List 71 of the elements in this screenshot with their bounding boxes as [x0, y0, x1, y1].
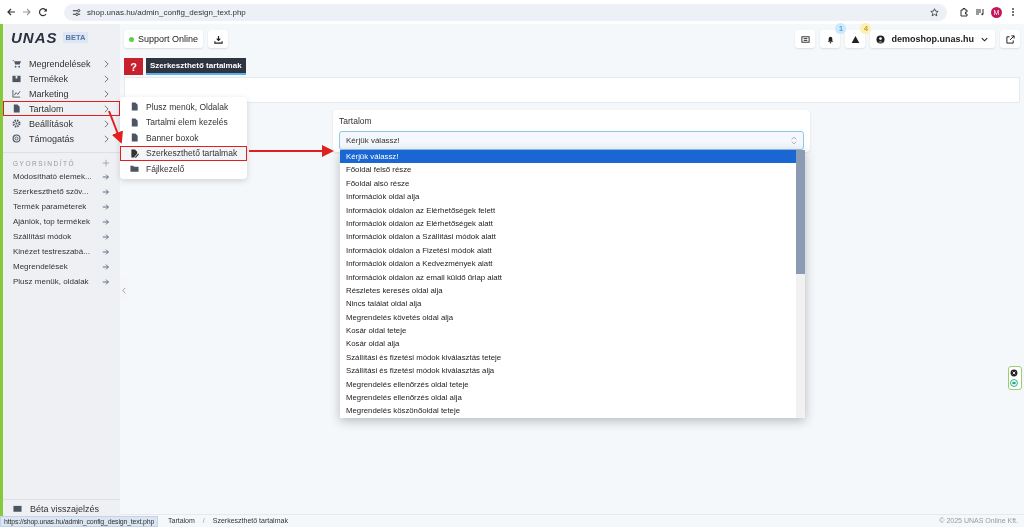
quick-link[interactable]: Plusz menük, oldalak — [3, 274, 120, 289]
register-icon — [801, 34, 810, 44]
user-icon — [876, 34, 886, 44]
submenu-item[interactable]: Plusz menük, Oldalak — [120, 99, 247, 115]
arrow-right-icon — [102, 277, 110, 286]
site-settings-icon[interactable] — [72, 7, 81, 17]
arrow-right-icon — [102, 202, 110, 211]
nav-item[interactable]: Beállítások — [3, 116, 120, 131]
close-icon[interactable] — [1010, 369, 1018, 377]
arrow-right-icon — [102, 217, 110, 226]
submenu-item[interactable]: Szerkeszthető tartalmak — [120, 145, 247, 161]
forward-icon[interactable] — [22, 7, 32, 17]
scrollbar[interactable] — [796, 150, 805, 418]
url-text: shop.unas.hu/admin_config_design_text.php — [87, 7, 247, 17]
quick-link[interactable]: Megrendelések — [3, 259, 120, 274]
arrow-right-icon — [102, 247, 110, 256]
notification-count: 1 — [835, 23, 847, 34]
warnings-button[interactable] — [845, 30, 866, 48]
external-link-button[interactable] — [1000, 30, 1020, 48]
cart-icon — [12, 59, 21, 68]
warning-count: 4 — [860, 23, 872, 34]
chevron-left-icon — [122, 286, 126, 294]
submenu-item[interactable]: Banner boxok — [120, 130, 247, 146]
support-online-button[interactable]: Support Online — [124, 30, 204, 48]
star-icon[interactable] — [930, 7, 939, 17]
shop-menu-button[interactable]: demoshop.unas.hu — [870, 30, 995, 48]
quick-link[interactable]: Kinézet testreszabá... — [3, 244, 120, 259]
logo[interactable]: UNAS — [11, 28, 58, 46]
register-button[interactable] — [795, 30, 816, 48]
feedback-link[interactable]: Béta visszajelzés — [30, 504, 100, 514]
notifications-button[interactable] — [820, 30, 841, 48]
bell-icon — [826, 34, 835, 44]
content-select[interactable]: Kérjük válassz! — [339, 131, 804, 150]
file-icon — [12, 104, 21, 113]
quick-link[interactable]: Ajánlók, top termékek — [3, 214, 120, 229]
floating-widget[interactable] — [1008, 366, 1022, 390]
page-title: Szerkeszthető tartalmak — [146, 58, 246, 75]
quick-link[interactable]: Szállítási módok — [3, 229, 120, 244]
folder-icon — [130, 164, 139, 174]
help-button[interactable]: ? — [124, 58, 143, 75]
reload-icon[interactable] — [38, 7, 48, 17]
chart-icon — [12, 89, 21, 98]
box-icon — [12, 74, 21, 83]
submenu-item[interactable]: Fájlkezelő — [120, 161, 247, 177]
external-link-icon — [1005, 34, 1015, 44]
warning-icon — [851, 34, 860, 44]
submenu-item[interactable]: Tartalmi elem kezelés — [120, 114, 247, 130]
annotation-arrow — [108, 110, 123, 144]
quick-link[interactable]: Szerkeszthető szöv... — [3, 184, 120, 199]
arrow-right-icon — [102, 187, 110, 196]
quick-link[interactable]: Módosítható elemek... — [3, 169, 120, 184]
nav-item[interactable]: Termékek — [3, 71, 120, 86]
arrow-right-icon — [102, 172, 110, 181]
file-edit-icon — [130, 148, 139, 158]
arrow-right-icon — [102, 232, 110, 241]
nav-item[interactable]: Marketing — [3, 86, 120, 101]
address-bar[interactable]: shop.unas.hu/admin_config_design_text.php — [64, 3, 947, 21]
nav-item[interactable]: Tartalom — [3, 101, 120, 116]
updown-icon — [791, 136, 797, 145]
download-button[interactable] — [208, 30, 229, 48]
extension-icon[interactable] — [959, 7, 969, 17]
back-icon[interactable] — [6, 7, 16, 17]
quick-link[interactable]: Termék paraméterek — [3, 199, 120, 214]
settings-icon — [12, 119, 21, 128]
nav-item[interactable]: Megrendelések — [3, 56, 120, 71]
media-icon[interactable] — [975, 7, 985, 17]
arrow-right-icon — [102, 262, 110, 271]
download-icon — [213, 34, 223, 44]
nav-item[interactable]: Támogatás — [3, 131, 120, 146]
field-label: Tartalom — [339, 116, 373, 126]
lifebuoy-icon — [12, 134, 21, 143]
